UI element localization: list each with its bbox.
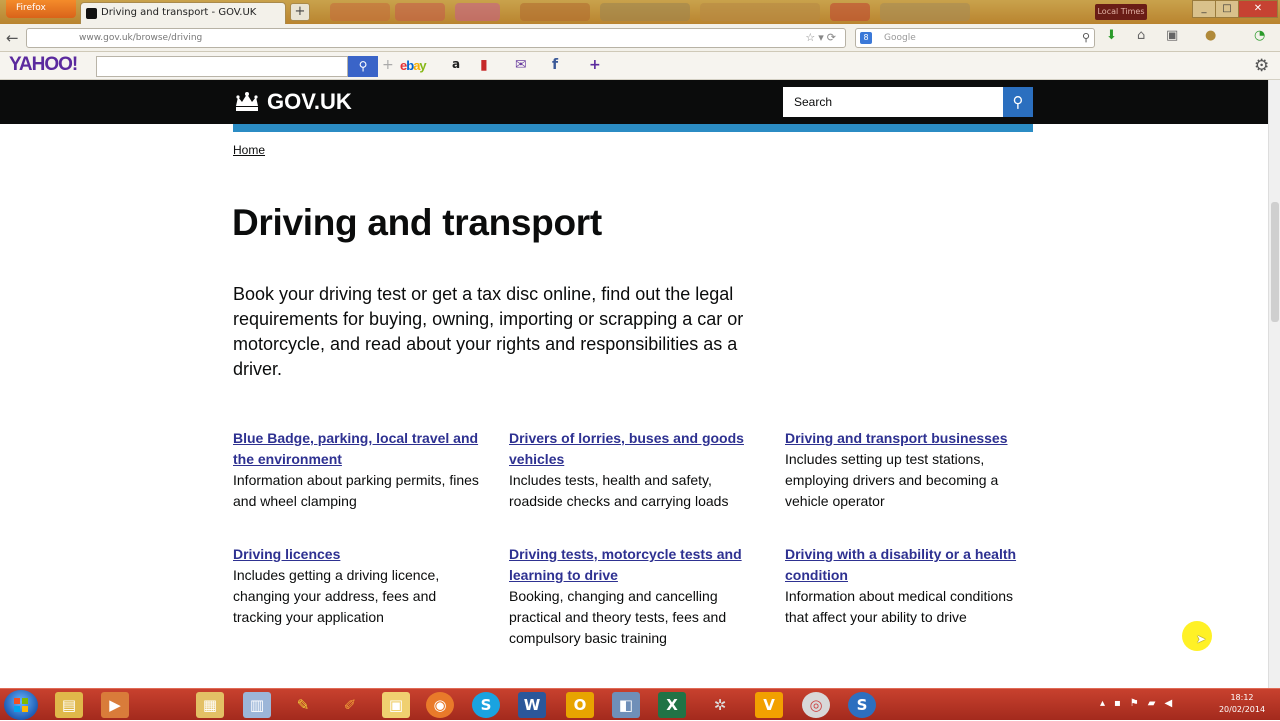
url-bar-actions[interactable]: ☆▾⟳ — [805, 29, 839, 47]
taskbar-notepad-icon[interactable]: ▥ — [243, 692, 271, 718]
govuk-favicon-icon — [86, 8, 97, 19]
taskbar-clock[interactable]: 18:12 20/02/2014 — [1212, 692, 1272, 716]
bookmark-icon[interactable]: ▮ — [480, 57, 488, 73]
yahoo-search-button[interactable]: ⚲ — [348, 56, 378, 77]
minimize-button[interactable]: _ — [1192, 0, 1216, 18]
site-search-button[interactable]: ⚲ — [1003, 87, 1033, 117]
taskbar-sync-icon[interactable]: S — [848, 692, 876, 718]
background-window-blur — [830, 3, 870, 21]
sync-icon[interactable]: ◔ — [1254, 28, 1265, 43]
amazon-icon[interactable]: a — [452, 57, 460, 71]
windows-logo-icon — [14, 698, 28, 712]
clock-date: 20/02/2014 — [1218, 705, 1266, 714]
start-button[interactable] — [4, 690, 38, 720]
govuk-header: GOV.UK Search ⚲ — [0, 80, 1268, 124]
scrollbar-thumb[interactable] — [1271, 202, 1279, 322]
taskbar-word-icon[interactable]: W — [518, 692, 546, 718]
background-window-blur — [520, 3, 590, 21]
taskbar-firefox-icon[interactable]: ◉ — [426, 692, 454, 718]
new-tab-button[interactable]: + — [290, 3, 310, 21]
taskbar-draw-icon[interactable]: ✐ — [336, 692, 364, 718]
topic-card: Driving with a disability or a health co… — [785, 544, 1040, 628]
crown-icon — [236, 92, 258, 111]
firefox-menu-button[interactable]: Firefox — [6, 0, 76, 18]
youtube-overlay-label: Local Times — [1095, 4, 1147, 20]
background-window-blur — [455, 3, 500, 21]
taskbar-pencil-icon[interactable]: ✎ — [289, 692, 317, 718]
search-engine-placeholder: Google — [884, 33, 916, 43]
topic-description: Includes tests, health and safety, roads… — [509, 472, 729, 509]
topic-link[interactable]: Driving tests, motorcycle tests and lear… — [509, 544, 764, 586]
topic-description: Information about medical conditions tha… — [785, 588, 1014, 625]
url-text: www.gov.uk/browse/driving — [79, 33, 203, 43]
topic-link[interactable]: Driving with a disability or a health co… — [785, 544, 1040, 586]
mail-icon[interactable]: ✉ — [515, 57, 527, 73]
topic-link[interactable]: Blue Badge, parking, local travel and th… — [233, 428, 488, 470]
taskbar-vlc-icon[interactable]: V — [755, 692, 783, 718]
background-window-blur — [700, 3, 820, 21]
yahoo-search-input[interactable] — [96, 56, 348, 77]
topic-description: Includes getting a driving licence, chan… — [233, 567, 440, 625]
breadcrumb-home[interactable]: Home — [233, 143, 265, 157]
browser-tab[interactable]: Driving and transport - GOV.UK — [80, 2, 286, 24]
add-bookmark-icon[interactable]: + — [589, 57, 601, 73]
back-arrow-icon[interactable]: ← — [6, 29, 19, 47]
taskbar-app-icon[interactable]: ◧ — [612, 692, 640, 718]
topic-card: Driving licences Includes getting a driv… — [233, 544, 488, 628]
topic-description: Information about parking permits, fines… — [233, 472, 479, 509]
facebook-icon[interactable]: f — [552, 57, 558, 73]
window-icon[interactable]: ▣ — [1166, 28, 1178, 43]
search-icon[interactable]: ⚲ — [1082, 29, 1090, 47]
google-icon: 8 — [860, 32, 872, 44]
topic-link[interactable]: Driving licences — [233, 544, 488, 565]
govuk-logo-text: GOV.UK — [267, 89, 352, 114]
topic-link[interactable]: Driving and transport businesses — [785, 428, 1035, 449]
mouse-pointer-icon: ➤ — [1196, 632, 1207, 646]
navigation-toolbar: ← www.gov.uk/browse/driving ☆▾⟳ 8 Google… — [0, 24, 1280, 52]
site-search-input[interactable]: Search — [783, 87, 1003, 117]
yahoo-toolbar: YAHOO! ⚲ + ebay a ▮ ✉ f + ⚙ — [0, 52, 1280, 80]
topic-card: Drivers of lorries, buses and goods vehi… — [509, 428, 764, 512]
browser-titlebar: Firefox Driving and transport - GOV.UK +… — [0, 0, 1280, 24]
home-icon[interactable]: ⌂ — [1137, 28, 1145, 43]
add-icon[interactable]: + — [382, 57, 394, 73]
close-window-button[interactable]: ✕ — [1238, 0, 1278, 18]
taskbar-media-player-icon[interactable]: ▶ — [101, 692, 129, 718]
ebay-bookmark[interactable]: ebay — [400, 58, 427, 73]
taskbar-excel-icon[interactable]: X — [658, 692, 686, 718]
topic-link[interactable]: Drivers of lorries, buses and goods vehi… — [509, 428, 764, 470]
browser-search-field[interactable]: 8 Google ⚲ — [855, 28, 1095, 48]
header-stripe — [233, 124, 1033, 132]
page-scrollbar[interactable] — [1268, 80, 1280, 688]
windows-taskbar: ▤ ▶ ▦ ▥ ✎ ✐ ▣ ◉ S W O ◧ X ✲ V ◎ S ▴▪⚑▰◀ … — [0, 688, 1280, 720]
addon-icon[interactable]: ● — [1205, 28, 1216, 43]
topic-card: Blue Badge, parking, local travel and th… — [233, 428, 488, 512]
tab-title: Driving and transport - GOV.UK — [101, 7, 257, 18]
taskbar-tool-icon[interactable]: ✲ — [706, 692, 734, 718]
topic-card: Driving tests, motorcycle tests and lear… — [509, 544, 764, 649]
background-window-blur — [330, 3, 390, 21]
govuk-logo[interactable]: GOV.UK — [233, 89, 352, 115]
taskbar-chrome-icon[interactable]: ◎ — [802, 692, 830, 718]
taskbar-outlook-icon[interactable]: O — [566, 692, 594, 718]
gear-icon[interactable]: ⚙ — [1254, 56, 1269, 76]
topic-description: Includes setting up test stations, emplo… — [785, 451, 999, 509]
taskbar-folder-icon[interactable]: ▣ — [382, 692, 410, 718]
taskbar-explorer-icon[interactable]: ▦ — [196, 692, 224, 718]
download-icon[interactable]: ⬇ — [1106, 28, 1117, 43]
background-window-blur — [600, 3, 690, 21]
topic-description: Booking, changing and cancelling practic… — [509, 588, 727, 646]
maximize-button[interactable]: □ — [1215, 0, 1239, 18]
tray-icons[interactable]: ▴▪⚑▰◀ — [1100, 698, 1181, 709]
yahoo-logo[interactable]: YAHOO! — [9, 54, 78, 76]
page-title: Driving and transport — [232, 202, 602, 243]
page-lede: Book your driving test or get a tax disc… — [233, 284, 744, 379]
taskbar-skype-icon[interactable]: S — [472, 692, 500, 718]
background-window-blur — [395, 3, 445, 21]
clock-time: 18:12 — [1230, 693, 1254, 702]
topic-card: Driving and transport businesses Include… — [785, 428, 1035, 512]
url-bar[interactable]: www.gov.uk/browse/driving ☆▾⟳ — [26, 28, 846, 48]
taskbar-folder-icon[interactable]: ▤ — [55, 692, 83, 718]
background-window-blur — [880, 3, 970, 21]
